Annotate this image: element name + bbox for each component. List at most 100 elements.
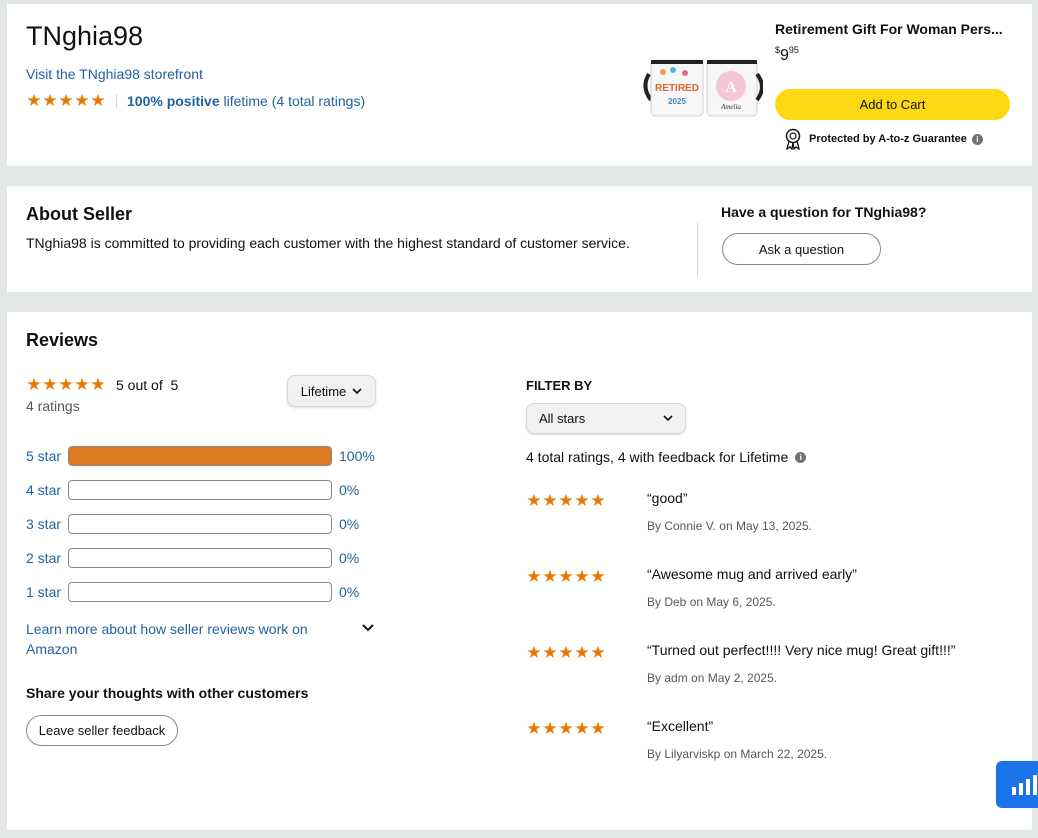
histogram-pct[interactable]: 0% — [339, 482, 359, 498]
review-stars: ★ ★ ★ ★ ★ — [526, 492, 606, 509]
histogram-label[interactable]: 4 star — [26, 482, 68, 498]
add-to-cart-button[interactable]: Add to Cart — [775, 89, 1010, 120]
histogram-bar[interactable] — [68, 514, 332, 534]
histogram-pct[interactable]: 100% — [339, 448, 375, 464]
reviews-card: Reviews ★ ★ ★ ★ ★ 5 out of 5 4 ratings Lifet… — [7, 312, 1032, 830]
histogram-pct[interactable]: 0% — [339, 550, 359, 566]
star-filter-select[interactable]: All stars — [526, 403, 686, 434]
summary-stars: ★ ★ ★ ★ ★ — [26, 376, 106, 393]
period-select[interactable]: Lifetime — [287, 375, 376, 407]
info-icon[interactable]: i — [795, 451, 807, 463]
learn-more-link[interactable]: Learn more about how seller reviews work… — [26, 619, 326, 659]
star-icon: ★ — [42, 91, 58, 110]
histogram-bar[interactable] — [68, 548, 332, 568]
star-icon: ★ — [26, 91, 42, 110]
info-icon[interactable]: i — [971, 133, 983, 145]
chat-widget-icon — [1012, 775, 1037, 795]
star-icon: ★ — [558, 719, 574, 738]
filter-info: 4 total ratings, 4 with feedback for Lif… — [526, 449, 807, 465]
chat-widget-button[interactable] — [996, 761, 1038, 808]
histogram-row[interactable]: 1 star 0% — [26, 575, 375, 609]
mug-year-text: 2025 — [668, 97, 686, 106]
histogram-label[interactable]: 3 star — [26, 516, 68, 532]
product-price: $995 — [775, 45, 799, 65]
review-text-value: Excellent — [651, 718, 709, 734]
review-item: ★ ★ ★ ★ ★ “Awesome mug and arrived early” By D… — [526, 565, 1016, 625]
histogram-row[interactable]: 3 star 0% — [26, 507, 375, 541]
review-by-prefix: By — [647, 671, 665, 685]
review-by-prefix: By — [647, 747, 665, 761]
star-icon: ★ — [58, 91, 74, 110]
rating-histogram: 5 star 100% 4 star 0% 3 star 0% 2 star 0% 1 star… — [26, 439, 375, 609]
a-to-z-guarantee: Protected by A-to-z Guarantee i — [783, 128, 983, 150]
star-icon: ★ — [574, 491, 590, 510]
seller-rating-row: ★ ★ ★ ★ ★ 100% positive lifetime (4 total ra… — [26, 92, 365, 109]
star-icon: ★ — [526, 567, 542, 586]
star-icon: ★ — [58, 375, 74, 394]
about-seller-title: About Seller — [26, 204, 133, 224]
star-icon: ★ — [542, 491, 558, 510]
price-fraction: 95 — [788, 45, 799, 55]
star-icon: ★ — [26, 375, 42, 394]
product-title[interactable]: Retirement Gift For Woman Pers... — [775, 21, 1015, 37]
star-icon: ★ — [542, 719, 558, 738]
chevron-down-icon[interactable] — [361, 623, 375, 633]
review-text: “good” — [647, 490, 688, 506]
star-icon: ★ — [558, 643, 574, 662]
about-seller-card: About Seller TNghia98 is committed to pr… — [7, 186, 1032, 292]
review-author: Connie V. — [664, 519, 716, 533]
review-byline: By adm on May 2, 2025. — [647, 671, 777, 685]
review-date: on May 2, 2025. — [687, 671, 778, 685]
review-text-value: Awesome mug and arrived early — [651, 566, 853, 582]
histogram-label[interactable]: 5 star — [26, 448, 68, 464]
summary-rating-text: 5 out of 5 — [116, 377, 179, 393]
review-date: on May 6, 2025. — [686, 595, 776, 609]
star-icon: ★ — [590, 567, 606, 586]
seller-name: TNghia98 — [26, 21, 144, 51]
review-author: Lilyarviskp — [664, 747, 721, 761]
price-whole: 9 — [780, 47, 789, 64]
histogram-row[interactable]: 2 star 0% — [26, 541, 375, 575]
about-seller-text: TNghia98 is committed to providing each … — [26, 235, 630, 251]
star-icon: ★ — [526, 491, 542, 510]
reviews-title: Reviews — [26, 330, 99, 350]
review-author: adm — [664, 671, 688, 685]
chevron-down-icon — [663, 415, 673, 422]
histogram-row[interactable]: 5 star 100% — [26, 439, 375, 473]
review-byline: By Connie V. on May 13, 2025. — [647, 519, 812, 533]
review-text: “Excellent” — [647, 718, 714, 734]
histogram-bar[interactable] — [68, 582, 332, 602]
histogram-label[interactable]: 1 star — [26, 584, 68, 600]
review-date: on May 13, 2025. — [715, 519, 813, 533]
storefront-link[interactable]: Visit the TNghia98 storefront — [26, 66, 203, 82]
review-byline: By Lilyarviskp on March 22, 2025. — [647, 747, 827, 761]
filter-by-title: FILTER BY — [526, 378, 593, 393]
positive-ratings-link[interactable]: 100% positive lifetime (4 total ratings) — [127, 93, 365, 109]
review-by-prefix: By — [647, 595, 665, 609]
star-icon: ★ — [590, 491, 606, 510]
histogram-bar[interactable] — [68, 480, 332, 500]
review-stars: ★ ★ ★ ★ ★ — [526, 568, 606, 585]
leave-feedback-button[interactable]: Leave seller feedback — [26, 715, 178, 746]
positive-pct: 100% positive — [127, 92, 220, 109]
histogram-bar[interactable] — [68, 446, 332, 466]
review-date: on March 22, 2025. — [720, 747, 828, 761]
star-icon: ★ — [574, 567, 590, 586]
product-mug-image[interactable]: RETIRED 2025 A Amelia — [643, 54, 763, 120]
histogram-row[interactable]: 4 star 0% — [26, 473, 375, 507]
star-icon: ★ — [74, 91, 90, 110]
review-text: “Awesome mug and arrived early” — [647, 566, 857, 582]
review-stars: ★ ★ ★ ★ ★ — [526, 720, 606, 737]
review-item: ★ ★ ★ ★ ★ “Excellent” By Lilyarviskp on March … — [526, 717, 1016, 777]
star-icon: ★ — [574, 719, 590, 738]
filter-info-text: 4 total ratings, 4 with feedback for Lif… — [526, 449, 789, 465]
histogram-label[interactable]: 2 star — [26, 550, 68, 566]
histogram-pct[interactable]: 0% — [339, 516, 359, 532]
review-stars: ★ ★ ★ ★ ★ — [526, 644, 606, 661]
mug-initial: A — [725, 79, 737, 96]
star-icon: ★ — [90, 375, 106, 394]
ask-question-button[interactable]: Ask a question — [722, 233, 881, 265]
star-icon: ★ — [74, 375, 90, 394]
divider — [697, 221, 698, 277]
histogram-pct[interactable]: 0% — [339, 584, 359, 600]
